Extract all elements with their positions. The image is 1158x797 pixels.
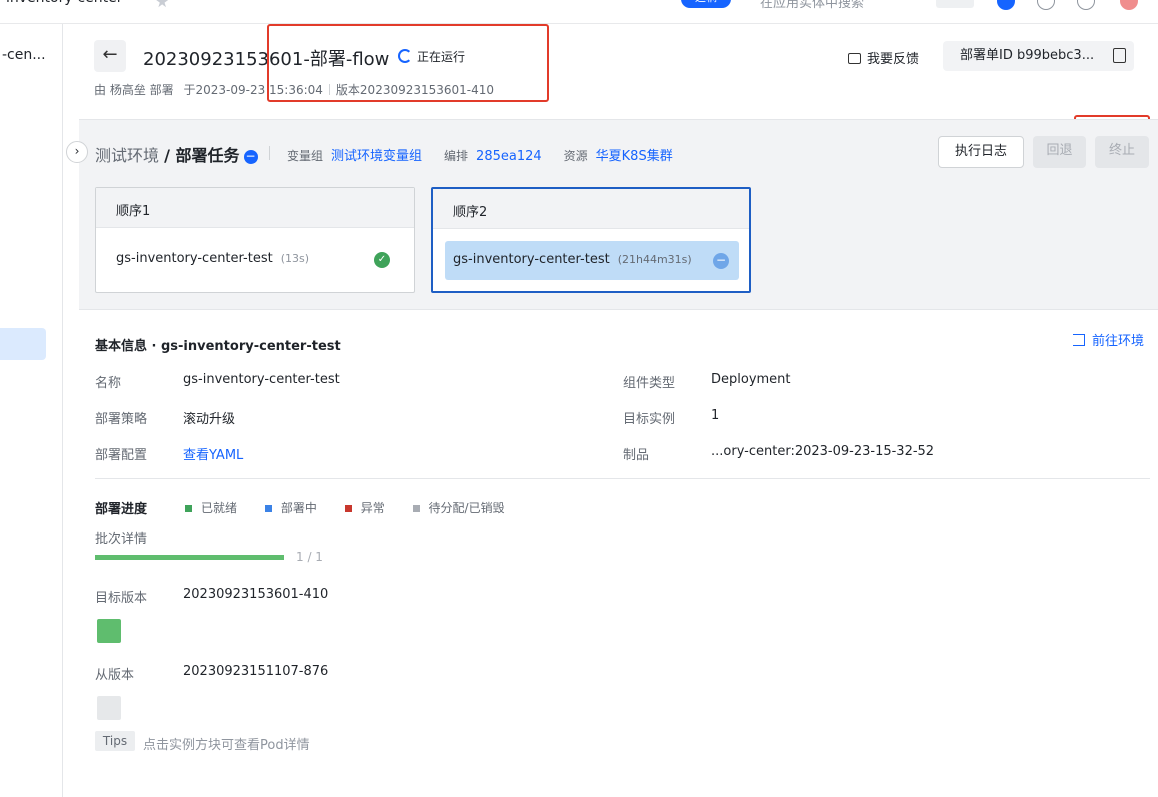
sequence-title: 顺序2 [433,189,749,229]
rollback-button[interactable]: 回退 [1033,136,1086,168]
tips-badge: Tips [95,731,135,751]
legend-swatch [185,504,192,512]
task-label: / 部署任务 [164,146,240,165]
vargroup-link[interactable]: 测试环境变量组 [331,149,422,164]
strategy-label: 部署策略 [95,412,148,427]
artifact-label: 制品 [623,448,650,463]
batch-progress-fill [95,555,284,560]
batch-label: 批次详情 [95,532,148,547]
orchestration-link[interactable]: 285ea124 [476,149,542,164]
arrow-left-icon: ← [102,44,118,65]
sequence-item-active[interactable]: gs-inventory-center-test (21h44m31s) − [445,241,739,280]
target-version-label: 目标版本 [95,591,148,606]
legend-label: 待分配/已销毁 [428,501,505,515]
feedback-button[interactable]: 我要反馈 [848,48,919,67]
legend-swatch [264,504,272,512]
bell-icon[interactable] [1037,0,1055,10]
meta-by: 由 杨高垒 部署 [94,83,174,97]
copy-icon[interactable] [1113,48,1126,63]
component-type-value: Deployment [711,372,791,387]
stop-button[interactable]: 终止 [1095,136,1149,168]
pending-icon: − [713,253,729,269]
sequence-title: 顺序1 [96,188,414,228]
sequence-card-1: 顺序1 gs-inventory-center-test (13s) ✓ [95,187,415,293]
goto-env-label: 前往环境 [1092,334,1145,349]
collapse-icon[interactable]: − [243,150,258,164]
resource-label: 资源 [563,149,588,163]
feedback-icon [848,53,861,64]
artifact-value: ...ory-center:2023-09-23-15-32-52 [711,444,935,459]
legend-label: 异常 [360,501,385,515]
deploy-pill-button[interactable]: 这辆 [681,0,731,8]
batch-count: 1 / 1 [296,550,323,564]
task-name: 部署任务 [175,146,240,165]
progress-title: 部署进度 [95,502,148,517]
legend-swatch [344,504,352,512]
name-value: gs-inventory-center-test [183,372,340,387]
global-search[interactable]: 在应用实体中搜索 [760,0,864,11]
config-label: 部署配置 [95,448,148,463]
instance-block-ready[interactable] [97,619,121,643]
deploy-id-box: 部署单ID b99bebc3... [943,41,1134,71]
page-header: ← 20230923153601-部署-flow 正在运行 由 杨高垒 部署 于… [63,24,1158,119]
nav-item-selected[interactable] [0,328,46,360]
item-duration: (21h44m31s) [617,253,692,266]
from-version-label: 从版本 [95,668,135,683]
batch-progress-bar [95,555,284,560]
help-icon[interactable] [997,0,1015,10]
item-name: gs-inventory-center-test [116,251,273,266]
item-name: gs-inventory-center-test [453,252,610,267]
instance-block-idle[interactable] [97,696,121,720]
progress-legend: 已就绪 部署中 异常 待分配/已销毁 [185,499,529,516]
left-nav: -cen... [0,24,63,797]
component-type-label: 组件类型 [623,376,676,391]
back-button[interactable]: ← [94,40,126,72]
check-icon: ✓ [374,252,390,268]
shortcut-badge: ⌘K [936,0,974,8]
exec-log-button[interactable]: 执行日志 [938,136,1024,168]
sequence-card-2: 顺序2 gs-inventory-center-test (21h44m31s) … [431,187,751,293]
avatar[interactable] [1120,0,1138,10]
legend-label: 部署中 [280,501,317,515]
strategy-value: 滚动升级 [183,412,236,427]
divider [269,146,270,160]
view-yaml-link[interactable]: 查看YAML [183,444,243,463]
enter-icon [1073,334,1085,346]
target-version-value: 20230923153601-410 [183,587,329,602]
sequence-item[interactable]: gs-inventory-center-test (13s) [116,251,309,266]
legend-label: 已就绪 [201,501,238,515]
app-name[interactable]: inventory-center [6,0,122,6]
stage-info: 变量组 测试环境变量组 编排 285ea124 资源 华夏K8S集群 [271,145,695,164]
item-duration: (13s) [280,252,310,265]
target-instance-value: 1 [711,408,720,423]
tips-text: 点击实例方块可查看Pod详情 [143,738,310,753]
name-label: 名称 [95,376,122,391]
env-label[interactable]: 测试环境 [95,146,159,165]
legend-swatch [412,504,420,512]
annotation-box-title [267,24,549,102]
top-bar: inventory-center ★ 这辆 在应用实体中搜索 ⌘K [0,0,1158,24]
star-icon[interactable]: ★ [155,0,169,11]
stage-panel: › 测试环境 / 部署任务 − 变量组 测试环境变量组 编排 285ea124 资源 华夏K… [66,119,1158,310]
stage-breadcrumb: 测试环境 / 部署任务 − [95,142,258,166]
from-version-value: 20230923151107-876 [183,664,329,679]
chevron-right-icon[interactable]: › [66,141,88,163]
resource-link[interactable]: 华夏K8S集群 [596,149,673,164]
vargroup-label: 变量组 [287,149,324,163]
goto-env-link[interactable]: 前往环境 [1073,330,1144,349]
deploy-id: 部署单ID b99bebc3... [960,48,1095,63]
orchestration-label: 编排 [444,149,469,163]
basic-info-title: 基本信息 · gs-inventory-center-test [95,339,341,354]
divider [95,478,1150,479]
target-instance-label: 目标实例 [623,412,676,427]
feedback-label: 我要反馈 [867,52,920,67]
nav-title[interactable]: -cen... [2,47,46,63]
info-icon[interactable] [1077,0,1095,10]
